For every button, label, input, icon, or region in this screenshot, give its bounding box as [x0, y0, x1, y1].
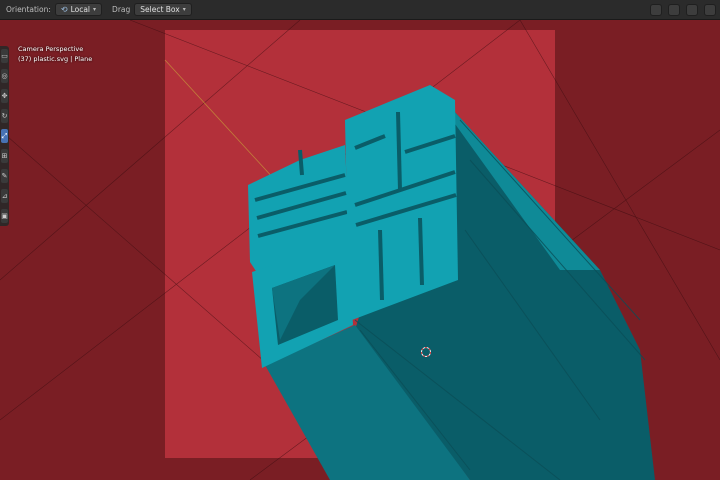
view-options-button[interactable]: [650, 4, 662, 16]
measure-tool-button[interactable]: ⊿: [1, 189, 8, 203]
rotate-tool-button[interactable]: ↻: [1, 109, 8, 123]
header-right-controls: [650, 0, 720, 20]
transform-tool-button[interactable]: ⊞: [1, 149, 8, 163]
object-info: (37) plastic.svg | Plane: [18, 55, 93, 63]
chevron-down-icon: ▾: [182, 6, 186, 13]
left-toolbar: ▭ ◎ ✥ ↻ ⤢ ⊞ ✎ ⊿ ▣: [0, 46, 9, 226]
xray-button[interactable]: [704, 4, 716, 16]
cursor-tool-button[interactable]: ◎: [1, 69, 8, 83]
view-name: Camera Perspective: [18, 45, 84, 53]
viewport-info-overlay: Camera Perspective (37) plastic.svg | Pl…: [18, 44, 92, 64]
orientation-dropdown[interactable]: ⟲ Local ▾: [54, 3, 103, 16]
orientation-label: Orientation:: [6, 5, 51, 14]
local-orientation-icon: ⟲: [60, 5, 68, 14]
overlay-button[interactable]: [668, 4, 680, 16]
tool-header-bar: Orientation: ⟲ Local ▾ Drag Select Box ▾: [0, 0, 720, 20]
orientation-value: Local: [70, 5, 91, 14]
shading-button[interactable]: [686, 4, 698, 16]
drag-mode-value: Select Box: [140, 5, 180, 14]
add-cube-tool-button[interactable]: ▣: [1, 209, 8, 223]
drag-mode-dropdown[interactable]: Select Box ▾: [134, 3, 192, 16]
scale-tool-button[interactable]: ⤢: [1, 129, 8, 143]
chevron-down-icon: ▾: [93, 6, 97, 13]
select-box-tool-button[interactable]: ▭: [1, 49, 8, 63]
move-tool-button[interactable]: ✥: [1, 89, 8, 103]
annotate-tool-button[interactable]: ✎: [1, 169, 8, 183]
drag-label: Drag: [112, 5, 131, 14]
3d-viewport[interactable]: Camera Perspective (37) plastic.svg | Pl…: [0, 20, 720, 480]
viewport-scene: [0, 20, 720, 480]
